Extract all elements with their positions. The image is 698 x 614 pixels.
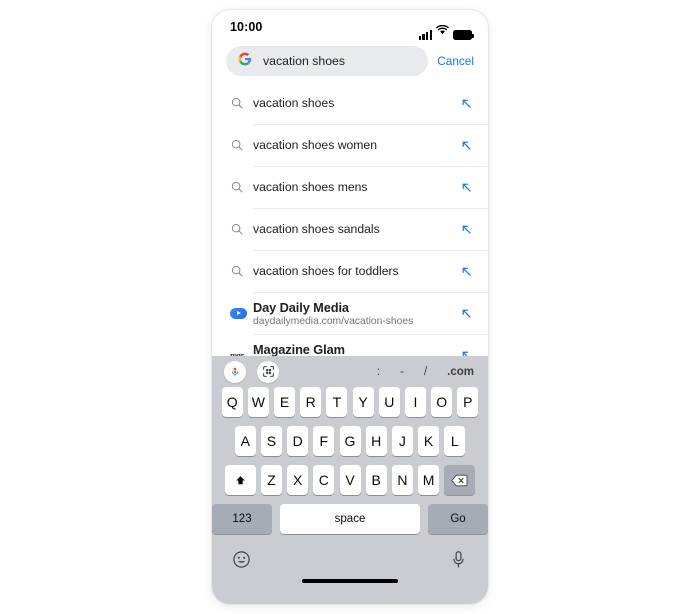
key-a[interactable]: A [234,426,256,456]
arrow-up-left-icon[interactable] [458,139,474,152]
arrow-up-left-icon[interactable] [458,223,474,236]
microphone-icon[interactable] [451,550,466,574]
keyboard-row-3: Z X C V B N M [212,465,488,495]
suggestion-title: vacation shoes [253,96,335,110]
status-bar-icons [418,22,474,40]
list-divider [253,124,488,125]
key-l[interactable]: L [444,426,466,456]
keyboard-footer [212,543,488,595]
suggestion-title: vacation shoes mens [253,180,368,194]
key-n[interactable]: N [391,465,413,495]
key-u[interactable]: U [378,387,400,417]
search-icon [230,222,253,236]
key-r[interactable]: R [300,387,322,417]
keyboard-row-1: Q W E R T Y U I O P [212,387,488,417]
wifi-icon [436,22,449,40]
search-bar-row: vacation shoes Cancel [226,44,474,78]
list-divider [253,166,488,167]
suggestion-row-query-3[interactable]: vacation shoes sandals [212,208,488,250]
key-v[interactable]: V [339,465,361,495]
search-icon [230,264,253,278]
key-g[interactable]: G [339,426,361,456]
emoji-smiley-icon[interactable] [232,550,251,574]
suggestion-row-query-0[interactable]: vacation shoes [212,82,488,124]
battery-icon [453,30,474,40]
key-k[interactable]: K [418,426,440,456]
key-z[interactable]: Z [260,465,282,495]
status-bar-time: 10:00 [230,20,263,34]
keyboard-toolbar: : - / .com [212,356,488,387]
list-divider [253,334,488,335]
list-divider [253,208,488,209]
key-b[interactable]: B [365,465,387,495]
space-key[interactable]: space [280,504,420,534]
suggestion-title: vacation shoes women [253,138,377,152]
virtual-keyboard: : - / .com Q W E R T Y U I O P A S D F G… [212,356,488,604]
google-lens-grid-icon[interactable] [257,360,279,383]
search-icon [230,96,253,110]
key-o[interactable]: O [431,387,453,417]
search-icon [230,138,253,152]
punct-hyphen-key[interactable]: - [400,366,404,378]
google-mic-icon[interactable] [224,360,246,383]
suggestion-row-site-0[interactable]: Day Daily Media daydailymedia.com/vacati… [212,292,488,334]
suggestion-title: vacation shoes sandals [253,222,380,236]
shift-arrow-icon[interactable] [224,465,256,495]
key-h[interactable]: H [365,426,387,456]
suggestion-row-query-1[interactable]: vacation shoes women [212,124,488,166]
key-i[interactable]: I [404,387,426,417]
key-d[interactable]: D [287,426,309,456]
cellular-signal-icon [418,30,432,40]
google-g-icon [238,52,252,71]
list-divider [253,250,488,251]
home-indicator[interactable] [302,578,398,583]
keyboard-row-2: A S D F G H J K L [212,426,488,456]
key-w[interactable]: W [247,387,269,417]
arrow-up-left-icon[interactable] [458,265,474,278]
status-bar: 10:00 [212,10,488,44]
arrow-up-left-icon[interactable] [458,97,474,110]
search-input-value: vacation shoes [263,54,346,68]
suggestion-title: Day Daily Media [253,299,349,315]
favicon-play-badge-icon [230,307,253,319]
punct-slash-key[interactable]: / [424,366,427,378]
keyboard-row-4: 123 space Go [212,504,488,534]
key-y[interactable]: Y [352,387,374,417]
key-j[interactable]: J [391,426,413,456]
suggestion-body: vacation shoes mens [253,180,458,194]
arrow-up-left-icon[interactable] [458,181,474,194]
suggestion-body: vacation shoes for toddlers [253,264,458,278]
keyboard-punctuation-shortcuts: : - / .com [377,366,476,378]
suggestion-row-query-4[interactable]: vacation shoes for toddlers [212,250,488,292]
suggestion-title: Magazine Glam [253,341,345,357]
punct-colon-key[interactable]: : [377,366,380,378]
suggestion-row-query-2[interactable]: vacation shoes mens [212,166,488,208]
key-x[interactable]: X [287,465,309,495]
key-t[interactable]: T [326,387,348,417]
key-q[interactable]: Q [221,387,243,417]
search-icon [230,180,253,194]
key-s[interactable]: S [260,426,282,456]
cancel-button[interactable]: Cancel [437,54,474,68]
suggestion-body: vacation shoes [253,96,458,110]
phone-frame: 10:00 vacation shoes Cancel vacation sho… [212,10,488,604]
numbers-key[interactable]: 123 [212,504,272,534]
suggestion-url: daydailymedia.com/vacation-shoes [253,315,414,327]
suggestion-body: Day Daily Media daydailymedia.com/vacati… [253,300,458,327]
suggestions-list: vacation shoes vacation shoes women vaca… [212,82,488,390]
key-e[interactable]: E [274,387,296,417]
key-c[interactable]: C [313,465,335,495]
search-input[interactable]: vacation shoes [226,46,429,76]
dotcom-key[interactable]: .com [447,366,474,378]
backspace-icon[interactable] [444,465,476,495]
suggestion-body: vacation shoes women [253,138,458,152]
list-divider [253,292,488,293]
go-key[interactable]: Go [428,504,488,534]
suggestion-body: vacation shoes sandals [253,222,458,236]
suggestion-title: vacation shoes for toddlers [253,264,399,278]
key-m[interactable]: M [418,465,440,495]
key-f[interactable]: F [313,426,335,456]
key-p[interactable]: P [457,387,479,417]
arrow-up-left-icon[interactable] [458,307,474,320]
